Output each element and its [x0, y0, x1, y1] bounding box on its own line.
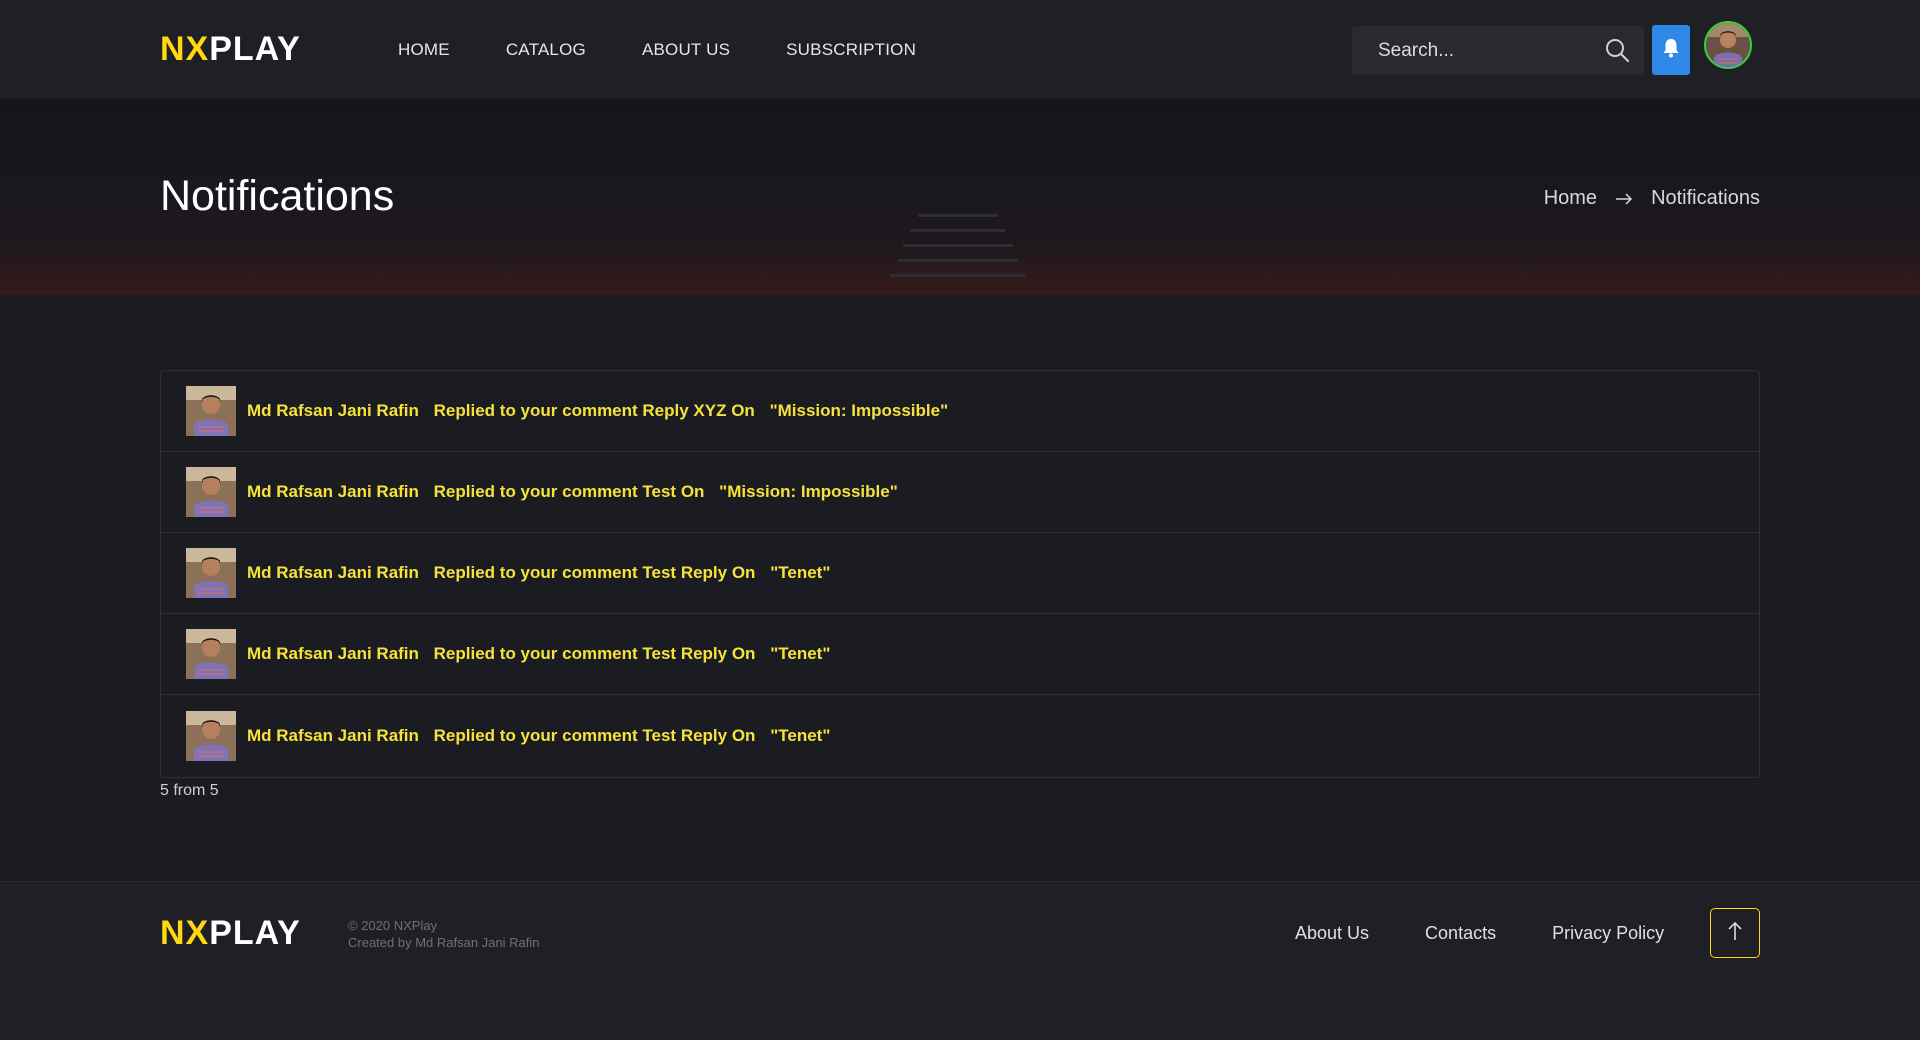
notification-message: Replied to your comment Test On [433, 482, 705, 501]
notification-message: Replied to your comment Test Reply On [433, 563, 756, 582]
credits-line: Created by Md Rafsan Jani Rafin [348, 935, 540, 950]
notification-avatar [186, 467, 236, 517]
notification-row[interactable]: Md Rafsan Jani Rafin Replied to your com… [161, 695, 1759, 776]
brand-logo[interactable]: NX PLAY [160, 30, 301, 69]
notification-title[interactable]: "Mission: Impossible" [719, 482, 898, 501]
notification-title[interactable]: "Tenet" [770, 563, 830, 582]
page-hero: Notifications Home Notifications [0, 100, 1920, 295]
notification-avatar [186, 629, 236, 679]
bell-icon [1662, 38, 1680, 63]
notification-avatar [186, 386, 236, 436]
notification-title[interactable]: "Mission: Impossible" [770, 401, 949, 420]
search-input[interactable] [1352, 26, 1582, 75]
notification-user[interactable]: Md Rafsan Jani Rafin [247, 563, 419, 582]
nav-home[interactable]: HOME [398, 40, 450, 60]
breadcrumb: Home Notifications [1544, 187, 1760, 210]
user-avatar[interactable] [1704, 21, 1752, 69]
footer-link-privacy-policy[interactable]: Privacy Policy [1552, 923, 1664, 944]
copyright: © 2020 NXPlay Created by Md Rafsan Jani … [348, 917, 539, 951]
search-icon[interactable] [1604, 37, 1630, 63]
footer-links: About Us Contacts Privacy Policy [1295, 923, 1720, 944]
notification-title[interactable]: "Tenet" [770, 644, 830, 663]
notification-row[interactable]: Md Rafsan Jani Rafin Replied to your com… [161, 452, 1759, 533]
page-title: Notifications [160, 172, 395, 220]
notification-avatar [186, 548, 236, 598]
site-footer: NX PLAY © 2020 NXPlay Created by Md Rafsa… [0, 881, 1920, 1042]
breadcrumb-current: Notifications [1651, 187, 1760, 209]
brand-logo-play: PLAY [209, 30, 301, 68]
footer-brand-logo[interactable]: NX PLAY [160, 914, 301, 953]
notification-list: Md Rafsan Jani Rafin Replied to your com… [160, 370, 1760, 778]
notification-message: Replied to your comment Test Reply On [433, 725, 756, 745]
nav-subscription[interactable]: SUBSCRIPTION [786, 40, 916, 60]
footer-link-contacts[interactable]: Contacts [1425, 923, 1496, 944]
main-nav: HOME CATALOG ABOUT US SUBSCRIPTION [398, 40, 972, 60]
notification-user[interactable]: Md Rafsan Jani Rafin [247, 401, 419, 420]
footer-logo-nx: NX [160, 914, 210, 952]
notification-user[interactable]: Md Rafsan Jani Rafin [247, 644, 419, 663]
back-to-top-button[interactable] [1710, 908, 1760, 958]
hero-background-stairs [890, 214, 1025, 289]
notification-row[interactable]: Md Rafsan Jani Rafin Replied to your com… [161, 614, 1759, 695]
copyright-line: © 2020 NXPlay [348, 918, 438, 933]
notification-row[interactable]: Md Rafsan Jani Rafin Replied to your com… [161, 371, 1759, 452]
notification-user[interactable]: Md Rafsan Jani Rafin [247, 482, 419, 501]
site-header: NX PLAY HOME CATALOG ABOUT US SUBSCRIPTIO… [0, 0, 1920, 99]
brand-logo-nx: NX [160, 30, 210, 68]
pagination-summary: 5 from 5 [160, 782, 219, 799]
arrow-right-icon [1615, 192, 1633, 205]
nav-catalog[interactable]: CATALOG [506, 40, 586, 60]
notification-message: Replied to your comment Reply XYZ On [433, 401, 755, 420]
footer-link-about-us[interactable]: About Us [1295, 923, 1369, 944]
arrow-up-icon [1728, 921, 1742, 946]
notification-message: Replied to your comment Test Reply On [433, 644, 756, 663]
notifications-button[interactable] [1652, 25, 1690, 75]
breadcrumb-home[interactable]: Home [1544, 187, 1597, 210]
notification-user[interactable]: Md Rafsan Jani Rafin [247, 726, 419, 745]
notification-row[interactable]: Md Rafsan Jani Rafin Replied to your com… [161, 533, 1759, 614]
nav-about-us[interactable]: ABOUT US [642, 40, 730, 60]
footer-logo-play: PLAY [209, 914, 301, 952]
notification-title[interactable]: "Tenet" [770, 726, 830, 745]
notification-avatar [186, 710, 236, 761]
search-box [1352, 26, 1644, 75]
